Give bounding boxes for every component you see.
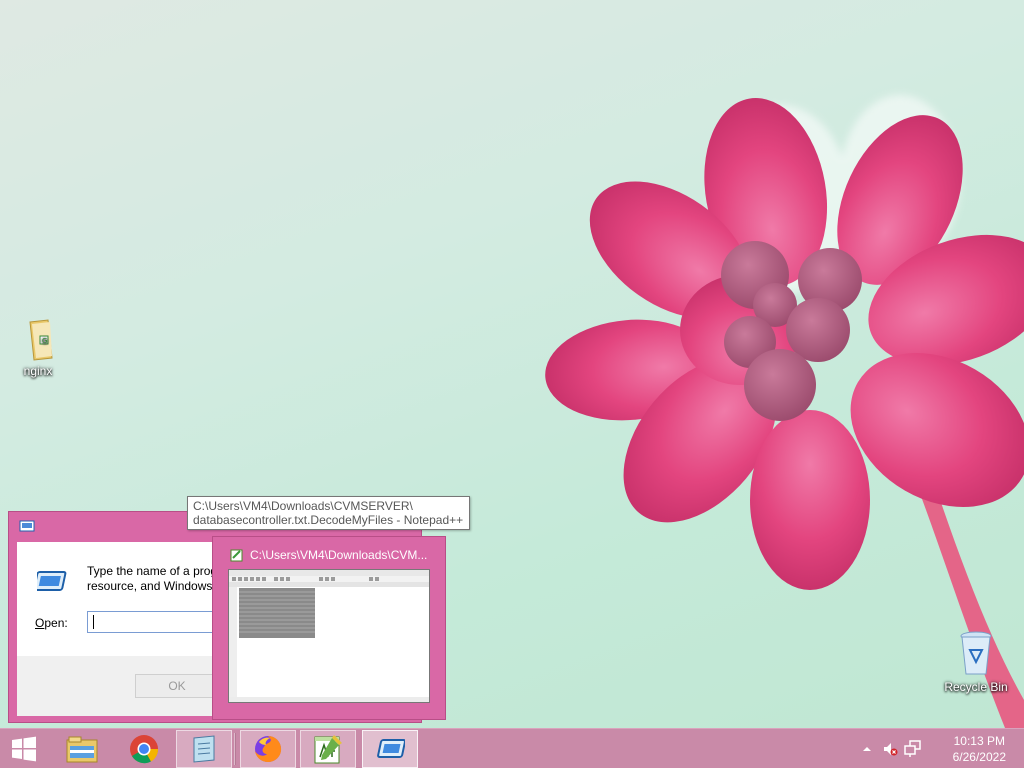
windows-logo-icon [12, 736, 36, 762]
taskbar-notepad[interactable] [176, 730, 232, 768]
open-label: Open: [35, 616, 68, 630]
taskbar-chrome[interactable] [116, 730, 172, 768]
desktop-icon-recycle-bin[interactable]: Recycle Bin [940, 630, 1012, 694]
notepad-icon [193, 735, 215, 763]
taskbar-tooltip: C:\Users\VM4\Downloads\CVMSERVER\ databa… [187, 496, 470, 530]
open-label-text: pen: [44, 616, 68, 630]
notepad-plus-plus-icon [314, 735, 342, 764]
show-hidden-icons-button[interactable] [860, 743, 874, 755]
text-caret [93, 615, 94, 629]
open-label-accesskey: O [35, 616, 45, 630]
desktop-icon-nginx[interactable]: G nginx [6, 318, 70, 378]
desktop-icon-label: Recycle Bin [944, 680, 1008, 694]
volume-button[interactable] [882, 741, 898, 757]
ok-button[interactable]: OK [135, 674, 219, 698]
desktop-icon-label: nginx [23, 364, 53, 378]
recycle-bin-icon [960, 631, 992, 675]
svg-text:G: G [42, 337, 47, 345]
tooltip-line-2: databasecontroller.txt.DecodeMyFiles - N… [193, 513, 464, 527]
clock[interactable]: 10:13 PM 6/26/2022 [953, 733, 1006, 765]
notepad-plus-plus-icon [230, 549, 243, 562]
run-icon [377, 739, 405, 758]
clock-time: 10:13 PM [953, 734, 1005, 748]
taskbar-thumbnail-preview[interactable]: C:\Users\VM4\Downloads\CVM... [212, 536, 446, 720]
taskbar-notepad-plus-plus[interactable] [300, 730, 356, 768]
speaker-muted-icon [884, 743, 898, 756]
folder-icon: G [29, 319, 53, 361]
chevron-up-icon [863, 747, 871, 751]
firefox-icon [255, 736, 282, 762]
taskbar-file-explorer[interactable] [54, 730, 110, 768]
notepad-plus-plus-window-icon [229, 570, 429, 702]
file-explorer-icon [66, 736, 98, 763]
taskbar-firefox[interactable] [240, 730, 296, 768]
run-title-icon [19, 520, 35, 532]
clock-date: 6/26/2022 [952, 750, 1006, 764]
taskbar: 10:13 PM 6/26/2022 [0, 728, 1024, 768]
network-button[interactable] [904, 740, 922, 758]
system-tray: 10:13 PM 6/26/2022 [854, 729, 1024, 768]
thumbnail-title: C:\Users\VM4\Downloads\CVM... [250, 548, 428, 562]
taskbar-run[interactable] [362, 730, 418, 768]
thumbnail-window-image [228, 569, 430, 703]
run-app-icon [37, 571, 67, 591]
start-button[interactable] [0, 730, 48, 768]
network-icon [904, 740, 921, 757]
chrome-icon [130, 735, 159, 764]
tooltip-line-1: C:\Users\VM4\Downloads\CVMSERVER\ [193, 499, 413, 513]
taskbar-divider [234, 733, 236, 765]
